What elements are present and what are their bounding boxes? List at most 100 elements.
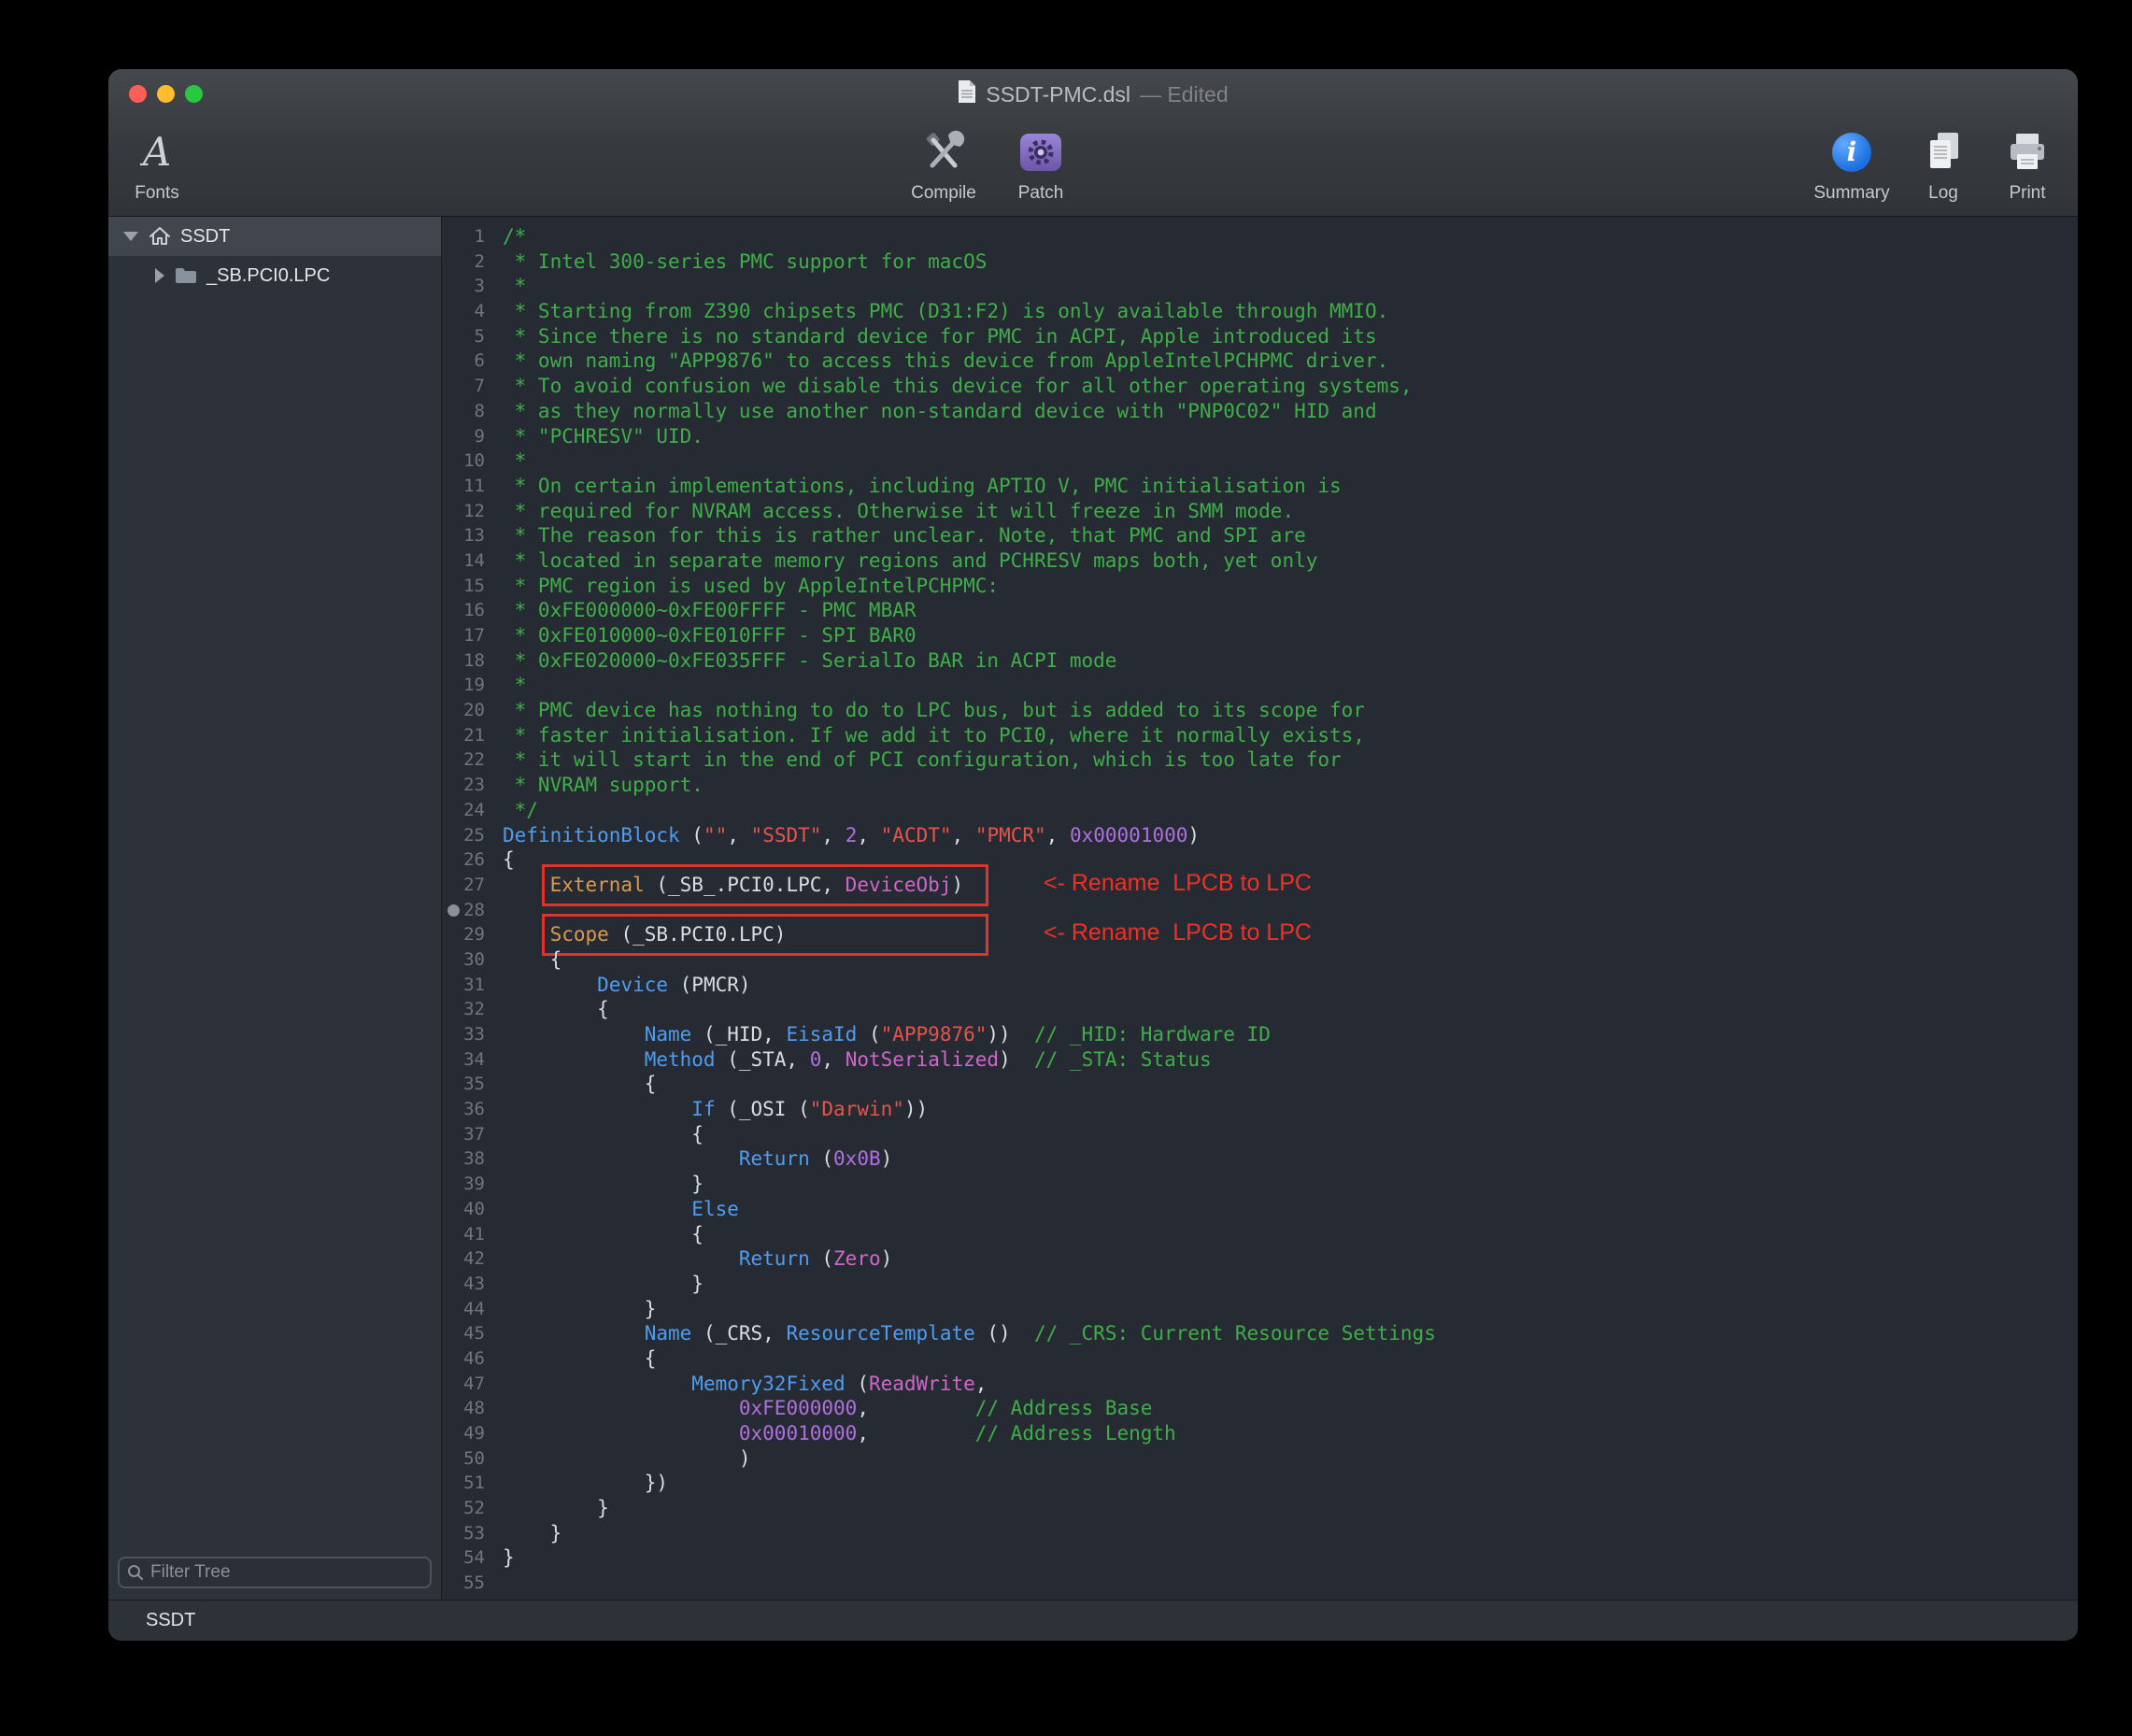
sidebar-item-sb-pci0-lpc[interactable]: _SB.PCI0.LPC <box>108 256 441 295</box>
code-line[interactable]: 45 Name (_CRS, ResourceTemplate () // _C… <box>442 1321 2078 1346</box>
line-number: 37 <box>442 1122 485 1147</box>
status-bar: SSDT <box>108 1600 2078 1641</box>
code-text: * PMC device has nothing to do to LPC bu… <box>485 698 1365 723</box>
code-line[interactable]: 46 { <box>442 1346 2078 1372</box>
code-line[interactable]: 32 { <box>442 997 2078 1022</box>
code-line[interactable]: 22 * it will start in the end of PCI con… <box>442 747 2078 773</box>
code-line[interactable]: 42 Return (Zero) <box>442 1246 2078 1272</box>
code-line[interactable]: 8 * as they normally use another non-sta… <box>442 399 2078 424</box>
code-line[interactable]: 55 <box>442 1571 2078 1596</box>
line-number: 27 <box>442 873 485 898</box>
code-line[interactable]: 38 Return (0x0B) <box>442 1146 2078 1172</box>
filter-field[interactable] <box>118 1557 432 1588</box>
code-line[interactable]: 34 Method (_STA, 0, NotSerialized) // _S… <box>442 1047 2078 1073</box>
rename-annotation: <- Rename LPCB to LPC <box>1044 871 1312 896</box>
code-line[interactable]: 14 * located in separate memory regions … <box>442 548 2078 574</box>
code-text: * as they normally use another non-stand… <box>485 399 1377 424</box>
code-line[interactable]: 6 * own naming "APP9876" to access this … <box>442 349 2078 374</box>
disclosure-down-icon[interactable] <box>123 232 138 241</box>
code-line[interactable]: 47 Memory32Fixed (ReadWrite, <box>442 1372 2078 1397</box>
code-line[interactable]: 2 * Intel 300-series PMC support for mac… <box>442 249 2078 275</box>
gutter-marker-dot <box>448 904 460 917</box>
code-line[interactable]: 13 * The reason for this is rather uncle… <box>442 523 2078 548</box>
line-number: 13 <box>442 523 485 548</box>
code-line[interactable]: 53 } <box>442 1521 2078 1546</box>
line-number: 48 <box>442 1396 485 1421</box>
code-line[interactable]: 4 * Starting from Z390 chipsets PMC (D31… <box>442 299 2078 324</box>
code-text: * Since there is no standard device for … <box>485 324 1377 349</box>
code-text: * <box>485 448 526 474</box>
code-text: { <box>485 1346 656 1372</box>
code-line[interactable]: 25DefinitionBlock ("", "SSDT", 2, "ACDT"… <box>442 823 2078 848</box>
code-line[interactable]: 29 Scope (_SB.PCI0.LPC)<- Rename LPCB to… <box>442 922 2078 947</box>
code-line[interactable]: 44 } <box>442 1297 2078 1322</box>
code-line[interactable]: 49 0x00010000, // Address Length <box>442 1421 2078 1446</box>
code-line[interactable]: 15 * PMC region is used by AppleIntelPCH… <box>442 574 2078 599</box>
code-line[interactable]: 48 0xFE000000, // Address Base <box>442 1396 2078 1421</box>
code-line[interactable]: 50 ) <box>442 1446 2078 1472</box>
code-line[interactable]: 11 * On certain implementations, includi… <box>442 474 2078 499</box>
code-line[interactable]: 10 * <box>442 448 2078 474</box>
window-header: SSDT-PMC.dsl — Edited A Fonts Comp <box>108 69 2078 217</box>
code-line[interactable]: 54} <box>442 1545 2078 1571</box>
app-window: SSDT-PMC.dsl — Edited A Fonts Comp <box>108 69 2078 1641</box>
fonts-button[interactable]: A Fonts <box>112 127 202 204</box>
summary-button[interactable]: i Summary <box>1807 127 1897 204</box>
code-line[interactable]: 7 * To avoid confusion we disable this d… <box>442 374 2078 399</box>
filter-input[interactable] <box>150 1562 422 1583</box>
code-text <box>485 898 503 923</box>
toolbar-center: Compile Patch <box>899 127 1086 204</box>
code-line[interactable]: 1/* <box>442 224 2078 249</box>
code-text: ) <box>485 1446 751 1472</box>
code-line[interactable]: 35 { <box>442 1072 2078 1097</box>
log-button[interactable]: Log <box>1906 127 1981 204</box>
code-text: * own naming "APP9876" to access this de… <box>485 349 1388 374</box>
code-text: * <box>485 274 526 299</box>
code-line[interactable]: 9 * "PCHRESV" UID. <box>442 424 2078 449</box>
code-line[interactable]: 40 Else <box>442 1197 2078 1222</box>
line-number: 34 <box>442 1047 485 1073</box>
code-text: { <box>485 1222 704 1247</box>
line-number: 17 <box>442 623 485 648</box>
code-line[interactable]: 52 } <box>442 1496 2078 1521</box>
code-line[interactable]: 24 */ <box>442 798 2078 823</box>
compile-button[interactable]: Compile <box>899 127 988 204</box>
code-line[interactable]: 28 <box>442 898 2078 923</box>
code-text: * 0xFE000000~0xFE00FFFF - PMC MBAR <box>485 598 917 623</box>
code-line[interactable]: 36 If (_OSI ("Darwin")) <box>442 1097 2078 1122</box>
line-number: 51 <box>442 1471 485 1496</box>
document-icon <box>958 79 976 109</box>
code-line[interactable]: 39 } <box>442 1172 2078 1197</box>
code-line[interactable]: 33 Name (_HID, EisaId ("APP9876")) // _H… <box>442 1022 2078 1047</box>
line-number: 54 <box>442 1545 485 1571</box>
code-line[interactable]: 23 * NVRAM support. <box>442 773 2078 798</box>
code-line[interactable]: 18 * 0xFE020000~0xFE035FFF - SerialIo BA… <box>442 648 2078 674</box>
line-number: 45 <box>442 1321 485 1346</box>
code-line[interactable]: 37 { <box>442 1122 2078 1147</box>
sidebar-item-ssdt[interactable]: SSDT <box>108 217 441 256</box>
code-line[interactable]: 16 * 0xFE000000~0xFE00FFFF - PMC MBAR <box>442 598 2078 623</box>
code-line[interactable]: 19 * <box>442 673 2078 698</box>
line-number: 25 <box>442 823 485 848</box>
code-text: } <box>485 1496 609 1521</box>
code-text: */ <box>485 798 538 823</box>
disclosure-right-icon[interactable] <box>155 268 164 283</box>
code-editor[interactable]: 1/*2 * Intel 300-series PMC support for … <box>442 217 2078 1600</box>
code-line[interactable]: 17 * 0xFE010000~0xFE010FFF - SPI BAR0 <box>442 623 2078 648</box>
code-line[interactable]: 12 * required for NVRAM access. Otherwis… <box>442 499 2078 524</box>
code-line[interactable]: 31 Device (PMCR) <box>442 973 2078 998</box>
fonts-label: Fonts <box>135 183 179 204</box>
code-line[interactable]: 27 External (_SB_.PCI0.LPC, DeviceObj)<-… <box>442 873 2078 898</box>
patch-button[interactable]: Patch <box>996 127 1086 204</box>
code-line[interactable]: 21 * faster initialisation. If we add it… <box>442 723 2078 748</box>
code-line[interactable]: 3 * <box>442 274 2078 299</box>
code-line[interactable]: 51 }) <box>442 1471 2078 1496</box>
code-line[interactable]: 30 { <box>442 947 2078 973</box>
code-line[interactable]: 20 * PMC device has nothing to do to LPC… <box>442 698 2078 723</box>
code-line[interactable]: 26{ <box>442 847 2078 873</box>
print-button[interactable]: Print <box>1990 127 2065 204</box>
code-line[interactable]: 43 } <box>442 1272 2078 1297</box>
code-line[interactable]: 5 * Since there is no standard device fo… <box>442 324 2078 349</box>
code-line[interactable]: 41 { <box>442 1222 2078 1247</box>
code-text: Return (0x0B) <box>485 1146 892 1172</box>
